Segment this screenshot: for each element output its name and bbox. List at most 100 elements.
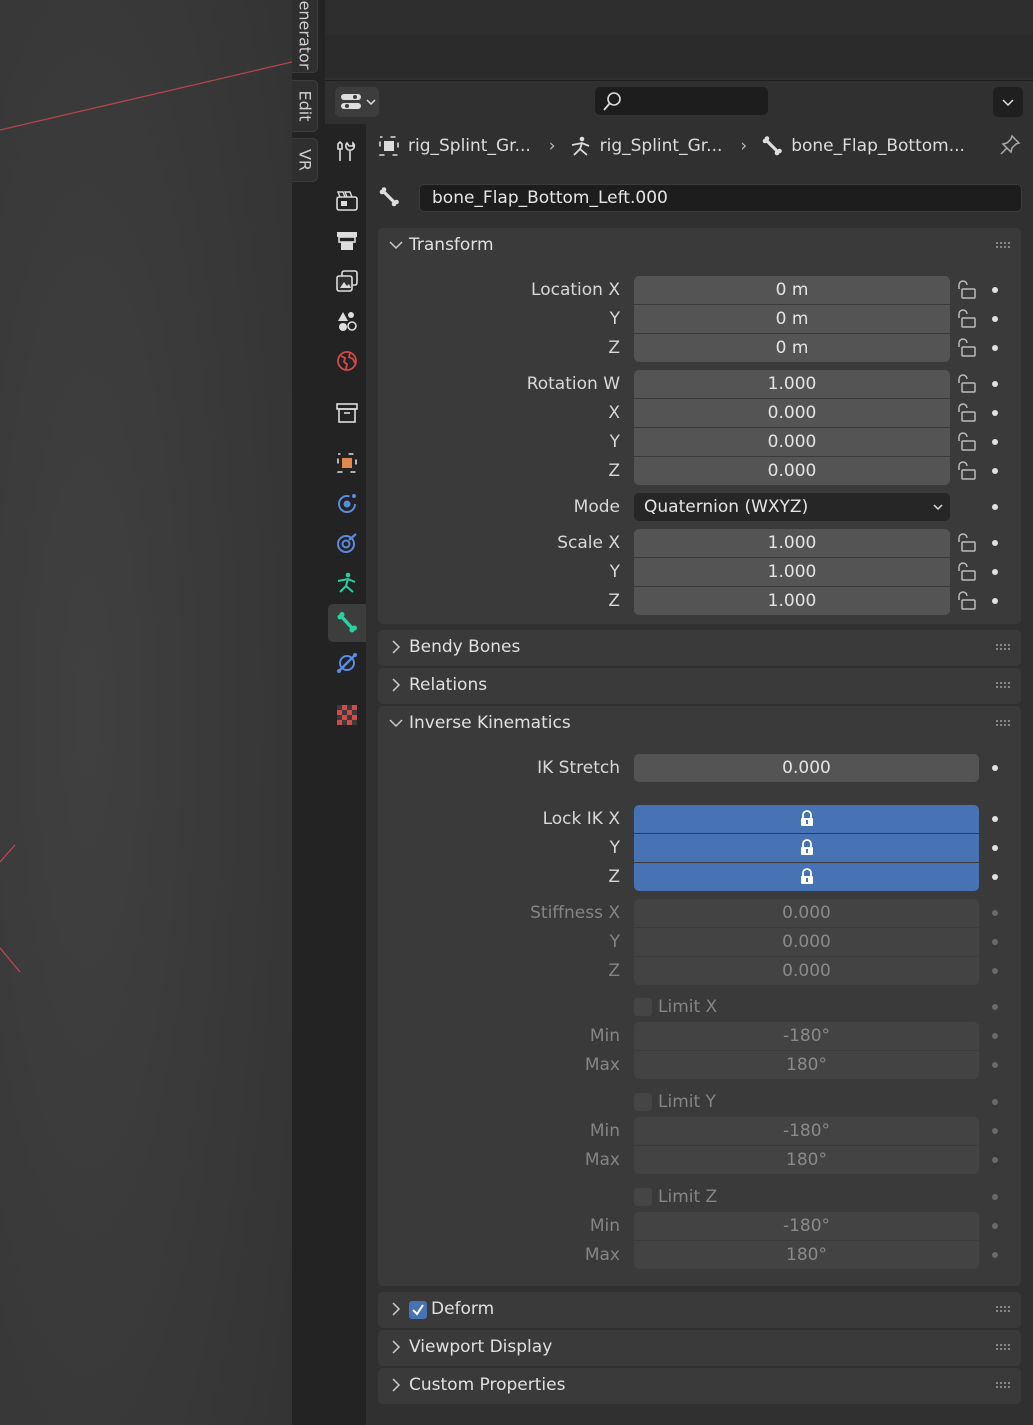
keyframe-dot[interactable] [992,540,998,546]
relations-panel[interactable]: Relations [378,668,1021,704]
drag-grip-icon[interactable] [995,241,1011,249]
keyframe-dot[interactable] [992,874,998,880]
tab-bone[interactable] [328,604,366,642]
tab-scene[interactable] [328,302,366,340]
keyframe-dot[interactable] [992,1033,998,1039]
tab-armature-data[interactable] [328,564,366,602]
location-x-field[interactable]: 0 m [634,276,950,304]
deform-checkbox[interactable] [409,1301,427,1319]
keyframe-dot[interactable] [992,1128,998,1134]
limit-z-max-field[interactable]: 180° [634,1241,979,1269]
limit-x-checkbox[interactable] [634,998,652,1016]
unlock-icon[interactable] [955,280,977,300]
keyframe-dot[interactable] [992,468,998,474]
keyframe-dot[interactable] [992,410,998,416]
keyframe-dot[interactable] [992,1252,998,1258]
bendy-bones-panel-header[interactable]: Bendy Bones [378,630,1021,666]
scale-z-field[interactable]: 1.000 [634,587,950,615]
keyframe-dot[interactable] [992,569,998,575]
drag-grip-icon[interactable] [995,719,1011,727]
viewport-display-panel[interactable]: Viewport Display [378,1330,1021,1366]
keyframe-dot[interactable] [992,439,998,445]
stiffness-y-field[interactable]: 0.000 [634,928,979,956]
keyframe-dot[interactable] [992,968,998,974]
unlock-icon[interactable] [955,309,977,329]
limit-y-max-field[interactable]: 180° [634,1146,979,1174]
unlock-icon[interactable] [955,591,977,611]
tab-object[interactable] [328,444,366,482]
lock-ik-y-toggle[interactable] [634,834,979,862]
tab-world[interactable] [328,342,366,380]
breadcrumb-armature[interactable]: rig_Splint_Gr... [570,135,722,157]
editor-type-button[interactable] [335,87,379,117]
drag-grip-icon[interactable] [995,1305,1011,1313]
ik-stretch-field[interactable]: 0.000 [634,754,979,782]
keyframe-dot[interactable] [992,816,998,822]
custom-properties-panel-header[interactable]: Custom Properties [378,1368,1021,1404]
tab-bone-constraint[interactable] [328,644,366,682]
unlock-icon[interactable] [955,562,977,582]
tab-collection[interactable] [328,394,366,432]
drag-grip-icon[interactable] [995,643,1011,651]
breadcrumb-object[interactable]: rig_Splint_Gr... [378,135,531,157]
keyframe-dot[interactable] [992,1004,998,1010]
keyframe-dot[interactable] [992,1157,998,1163]
keyframe-dot[interactable] [992,845,998,851]
deform-panel[interactable]: Deform [378,1292,1021,1328]
options-dropdown-button[interactable] [993,87,1023,117]
location-y-field[interactable]: 0 m [634,305,950,333]
stiffness-x-field[interactable]: 0.000 [634,899,979,927]
drag-grip-icon[interactable] [995,1381,1011,1389]
drag-grip-icon[interactable] [995,681,1011,689]
keyframe-dot[interactable] [992,910,998,916]
keyframe-dot[interactable] [992,1223,998,1229]
rotation-mode-select[interactable]: Quaternion (WXYZ) [634,493,950,521]
ik-panel-header[interactable]: Inverse Kinematics [378,706,1021,742]
pin-icon[interactable] [999,134,1021,156]
keyframe-dot[interactable] [992,765,998,771]
unlock-icon[interactable] [955,432,977,452]
lock-ik-x-toggle[interactable] [634,805,979,833]
sidebar-tab-generator[interactable]: enerator [292,0,318,73]
limit-z-checkbox[interactable] [634,1188,652,1206]
tab-tool[interactable] [328,132,366,170]
sidebar-tab-edit[interactable]: Edit [292,80,318,132]
unlock-icon[interactable] [955,403,977,423]
tab-modifier[interactable] [328,484,366,522]
stiffness-z-field[interactable]: 0.000 [634,957,979,985]
lock-ik-z-toggle[interactable] [634,863,979,891]
relations-panel-header[interactable]: Relations [378,668,1021,704]
limit-y-min-field[interactable]: -180° [634,1117,979,1145]
limit-z-min-field[interactable]: -180° [634,1212,979,1240]
tab-view-layer[interactable] [328,262,366,300]
bendy-bones-panel[interactable]: Bendy Bones [378,630,1021,666]
unlock-icon[interactable] [955,338,977,358]
tab-texture[interactable] [328,696,366,734]
breadcrumb-bone[interactable]: bone_Flap_Bottom... [761,135,965,157]
viewport-display-panel-header[interactable]: Viewport Display [378,1330,1021,1366]
keyframe-dot[interactable] [992,316,998,322]
keyframe-dot[interactable] [992,939,998,945]
rotation-y-field[interactable]: 0.000 [634,428,950,456]
search-input[interactable] [595,87,768,115]
limit-x-min-field[interactable]: -180° [634,1022,979,1050]
custom-properties-panel[interactable]: Custom Properties [378,1368,1021,1404]
unlock-icon[interactable] [955,533,977,553]
keyframe-dot[interactable] [992,1099,998,1105]
keyframe-dot[interactable] [992,381,998,387]
location-z-field[interactable]: 0 m [634,334,950,362]
rotation-w-field[interactable]: 1.000 [634,370,950,398]
rotation-x-field[interactable]: 0.000 [634,399,950,427]
limit-x-max-field[interactable]: 180° [634,1051,979,1079]
transform-panel-header[interactable]: Transform [378,228,1021,264]
scale-x-field[interactable]: 1.000 [634,529,950,557]
scale-y-field[interactable]: 1.000 [634,558,950,586]
keyframe-dot[interactable] [992,598,998,604]
sidebar-tab-vr[interactable]: VR [292,138,318,182]
unlock-icon[interactable] [955,374,977,394]
keyframe-dot[interactable] [992,1194,998,1200]
rotation-z-field[interactable]: 0.000 [634,457,950,485]
tab-render[interactable] [328,182,366,220]
keyframe-dot[interactable] [992,287,998,293]
keyframe-dot[interactable] [992,345,998,351]
